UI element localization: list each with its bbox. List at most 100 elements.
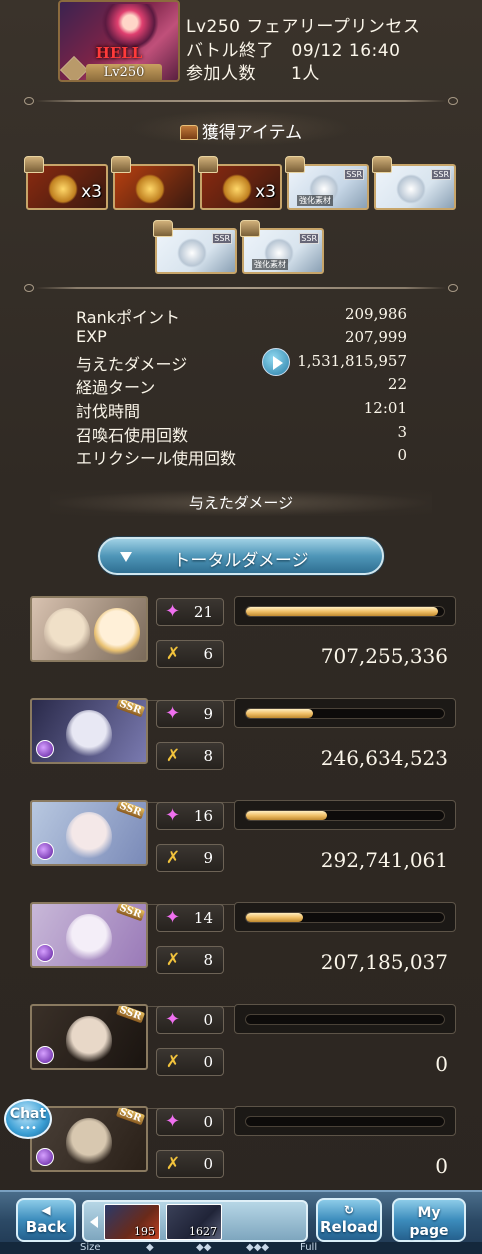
treasure-chest-icon (285, 156, 305, 173)
character-face (66, 812, 112, 862)
character-face (66, 1118, 112, 1168)
treasure-chest-icon (153, 220, 173, 237)
character-damage: 707,255,336 (320, 644, 448, 668)
sparkle-icon: ✦ (165, 1111, 181, 1132)
stat-label: 経過ターン (76, 378, 156, 397)
crossed-swords-icon: ✗ (165, 644, 181, 664)
hit-count: 16 (193, 807, 213, 825)
size-dot-icon: ◆ (146, 1242, 154, 1253)
participant-count: 参加人数 1人 (186, 64, 320, 84)
element-orb-icon (36, 740, 54, 758)
stat-value: 22 (387, 375, 407, 393)
special-count-badge: ✗ 9 (156, 844, 224, 872)
rarity-badge: SSR (116, 1106, 146, 1126)
tray-collapse-icon[interactable] (90, 1216, 98, 1228)
character-row: SSR ✦ 14 ✗ 8 207,185,037 (30, 902, 456, 1007)
stat-value: 209,986 (344, 305, 407, 323)
divider (24, 97, 458, 105)
character-row: SSR ✦ 0 ✗ 0 0 (30, 1004, 456, 1109)
damage-share-bar (234, 1004, 456, 1034)
special-count: 6 (203, 645, 213, 663)
character-damage: 0 (435, 1052, 448, 1076)
character-portrait[interactable] (30, 596, 148, 662)
character-face (66, 914, 112, 964)
material-tag: 強化素材 (252, 259, 288, 270)
size-bar[interactable]: Size ◆ ◆◆ ◆◆◆ Full (0, 1242, 482, 1254)
size-label: Size (80, 1242, 101, 1253)
mypage-label: My page (409, 1205, 449, 1239)
damage-detail-play-icon[interactable] (262, 348, 290, 376)
chat-button[interactable]: Chat ••• (4, 1099, 52, 1139)
back-button[interactable]: ◀ Back (16, 1198, 76, 1242)
element-orb-icon (36, 944, 54, 962)
rarity-badge: SSR (299, 233, 319, 244)
shortcut-tray: 195 1627 (82, 1200, 308, 1242)
hit-count: 0 (203, 1011, 213, 1029)
reload-label: Reload (319, 1218, 379, 1236)
special-count-badge: ✗ 0 (156, 1048, 224, 1076)
chat-dots: ••• (19, 1123, 37, 1134)
character-damage: 246,634,523 (320, 746, 448, 770)
element-orb-icon (36, 1046, 54, 1064)
stat-value: 207,999 (344, 328, 407, 346)
stat-label: 討伐時間 (76, 402, 141, 421)
stat-label: エリクシール使用回数 (76, 449, 237, 468)
rarity-badge: SSR (116, 1004, 146, 1024)
rarity-badge: SSR (116, 698, 146, 718)
total-damage-dropdown[interactable]: トータルダメージ (98, 537, 384, 575)
hit-count: 9 (203, 705, 213, 723)
total-damage-label: トータルダメージ (173, 551, 309, 571)
shortcut-count: 1627 (189, 1225, 217, 1238)
treasure-chest-icon (240, 220, 260, 237)
stat-value: 0 (397, 446, 407, 464)
character-portrait[interactable]: SSR (30, 902, 148, 968)
special-count: 0 (203, 1053, 213, 1071)
character-damage: 207,185,037 (320, 950, 448, 974)
sparkle-icon: ✦ (165, 601, 181, 622)
crossed-swords-icon: ✗ (165, 746, 181, 766)
divider (24, 284, 458, 292)
battle-result-screen: HELL Lv250 Lv250 フェアリープリンセス バトル終了 09/12 … (0, 0, 482, 1254)
special-count-badge: ✗ 8 (156, 742, 224, 770)
character-row: SSR ✦ 16 ✗ 9 292,741,061 (30, 800, 456, 905)
treasure-chest-icon (111, 156, 131, 173)
shortcut-tile[interactable]: 195 (104, 1204, 160, 1240)
damage-share-fill (246, 607, 439, 616)
hit-count-badge: ✦ 21 (156, 598, 224, 626)
treasure-chest-icon (372, 156, 392, 173)
rarity-badge: SSR (116, 902, 146, 922)
character-face (66, 1016, 112, 1066)
rarity-badge: SSR (344, 169, 364, 180)
item-count: x3 (81, 182, 102, 202)
reload-icon: ↻ (343, 1203, 355, 1217)
reload-button[interactable]: ↻ Reload (316, 1198, 382, 1242)
character-portrait[interactable]: SSR (30, 1004, 148, 1070)
special-count: 8 (203, 951, 213, 969)
damage-share-bar (234, 1106, 456, 1136)
hit-count-badge: ✦ 0 (156, 1108, 224, 1136)
back-arrow-icon: ◀ (41, 1203, 51, 1217)
damage-share-fill (246, 709, 314, 718)
character-row: SSR ✦ 9 ✗ 8 246,634,523 (30, 698, 456, 803)
size-dot-icon: ◆◆◆ (246, 1242, 270, 1253)
crossed-swords-icon: ✗ (165, 950, 181, 970)
hit-count-badge: ✦ 0 (156, 1006, 224, 1034)
shortcut-tile[interactable]: 1627 (166, 1204, 222, 1240)
damage-share-bar (234, 902, 456, 932)
material-tag: 強化素材 (297, 195, 333, 206)
crossed-swords-icon: ✗ (165, 1052, 181, 1072)
character-portrait[interactable]: SSR (30, 698, 148, 764)
stat-value: 12:01 (363, 399, 407, 417)
mypage-button[interactable]: My page (392, 1198, 466, 1242)
quest-thumbnail: HELL Lv250 (58, 0, 180, 82)
items-title: 獲得アイテム (201, 123, 303, 143)
hit-count: 0 (203, 1113, 213, 1131)
special-count-badge: ✗ 6 (156, 640, 224, 668)
stat-value: 3 (397, 423, 407, 441)
thumbnail-level: Lv250 (86, 64, 162, 80)
quest-title: Lv250 フェアリープリンセス (186, 17, 421, 37)
damage-section-title: 与えたダメージ (50, 490, 432, 516)
hit-count-badge: ✦ 14 (156, 904, 224, 932)
sparkle-icon: ✦ (165, 1009, 181, 1030)
character-portrait[interactable]: SSR (30, 800, 148, 866)
